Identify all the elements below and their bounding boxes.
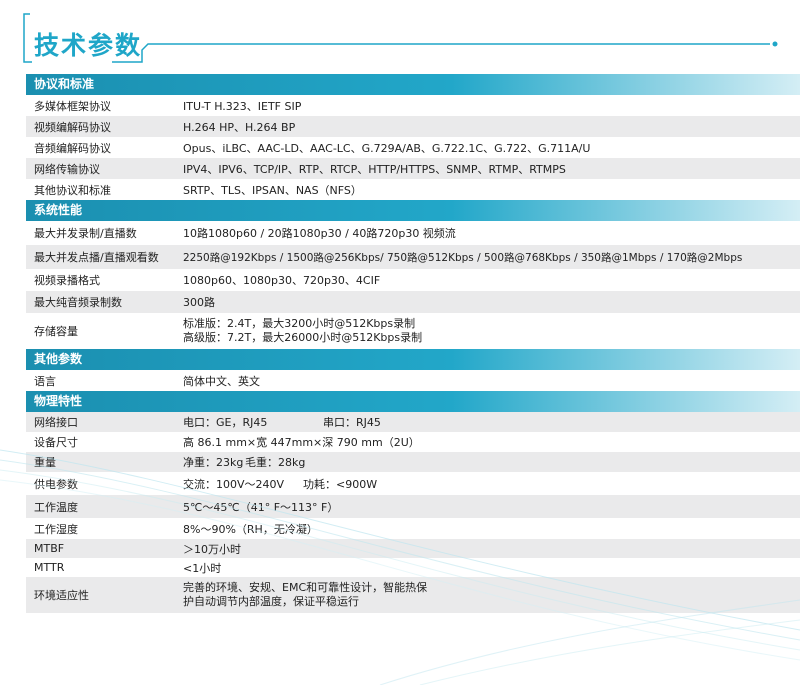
- table-row: 视频录播格式 1080p60、1080p30、720p30、4CIF: [26, 269, 800, 291]
- row-label: 最大并发点播/直播观看数: [34, 251, 159, 264]
- row-label: 其他协议和标准: [34, 183, 111, 197]
- row-value: 电口：GE，RJ45 串口：RJ45: [183, 414, 800, 430]
- row-label: 音频编解码协议: [34, 141, 111, 155]
- table-row: 视频编解码协议 H.264 HP、H.264 BP: [26, 116, 800, 137]
- table-row: 音频编解码协议 Opus、iLBC、AAC-LD、AAC-LC、G.729A/A…: [26, 137, 800, 158]
- table-row: 工作温度 5℃～45℃（41° F～113° F）: [26, 495, 800, 518]
- table-row: 最大并发录制/直播数 10路1080p60 / 20路1080p30 / 40路…: [26, 221, 800, 245]
- table-row: 环境适应性 完善的环境、安规、EMC和可靠性设计，智能热保 护自动调节内部温度，…: [26, 577, 800, 613]
- row-value: ＞10万小时: [183, 542, 241, 556]
- row-label: 最大并发录制/直播数: [34, 227, 137, 240]
- row-value: 简体中文、英文: [183, 374, 260, 388]
- section-header-other: 其他参数: [26, 349, 800, 370]
- row-label: 网络接口: [34, 416, 78, 429]
- section-header-performance: 系统性能: [26, 200, 800, 221]
- table-row: 其他协议和标准 SRTP、TLS、IPSAN、NAS（NFS）: [26, 179, 800, 200]
- row-value: H.264 HP、H.264 BP: [183, 120, 296, 134]
- row-label: 环境适应性: [34, 589, 89, 602]
- table-row: 重量 净重：23kg 毛重：28kg: [26, 452, 800, 472]
- section-header-physical: 物理特性: [26, 391, 800, 412]
- value-line: 护自动调节内部温度，保证平稳运行: [183, 595, 359, 608]
- value-line: 完善的环境、安规、EMC和可靠性设计，智能热保: [183, 581, 428, 594]
- row-label: 工作湿度: [34, 522, 78, 536]
- table-row: 供电参数 交流：100V～240V 功耗：<900W: [26, 472, 800, 495]
- row-value: 完善的环境、安规、EMC和可靠性设计，智能热保 护自动调节内部温度，保证平稳运行: [183, 581, 800, 609]
- value-part: 净重：23kg: [183, 456, 244, 469]
- row-value: 5℃～45℃（41° F～113° F）: [183, 500, 339, 514]
- row-label: 视频录播格式: [34, 274, 100, 287]
- value-part: 交流：100V～240V: [183, 477, 285, 491]
- table-row: 最大并发点播/直播观看数 2250路@192Kbps / 1500路@256Kb…: [26, 245, 800, 269]
- row-value: 交流：100V～240V 功耗：<900W: [183, 476, 800, 492]
- table-row: MTBF ＞10万小时: [26, 539, 800, 558]
- row-label: 存储容量: [34, 325, 78, 338]
- row-value: 净重：23kg 毛重：28kg: [183, 454, 800, 470]
- page-title: 技术参数: [34, 31, 143, 60]
- value-part: 功耗：<900W: [303, 477, 378, 491]
- row-label: MTBF: [34, 542, 65, 555]
- row-label: 语言: [34, 374, 56, 388]
- table-row: 网络接口 电口：GE，RJ45 串口：RJ45: [26, 412, 800, 432]
- row-label: 最大纯音频录制数: [34, 296, 122, 309]
- row-value: IPV4、IPV6、TCP/IP、RTP、RTCP、HTTP/HTTPS、SNM…: [183, 162, 566, 176]
- table-row: 多媒体框架协议 ITU-T H.323、IETF SIP: [26, 95, 800, 116]
- spec-sheet: 协议和标准 多媒体框架协议 ITU-T H.323、IETF SIP 视频编解码…: [26, 74, 800, 613]
- table-row: 设备尺寸 高 86.1 mm×宽 447mm×深 790 mm（2U）: [26, 432, 800, 452]
- value-part: 串口：RJ45: [323, 416, 381, 429]
- row-label: 视频编解码协议: [34, 120, 111, 134]
- row-value: 1080p60、1080p30、720p30、4CIF: [183, 274, 381, 287]
- value-part: 电口：GE，RJ45: [183, 416, 268, 429]
- value-line: 高级版：7.2T，最大26000小时@512Kbps录制: [183, 331, 423, 344]
- row-value: Opus、iLBC、AAC-LD、AAC-LC、G.729A/AB、G.722.…: [183, 141, 591, 155]
- value-part: 毛重：28kg: [245, 456, 306, 469]
- row-value: ITU-T H.323、IETF SIP: [183, 99, 302, 113]
- value-line: 标准版：2.4T，最大3200小时@512Kbps录制: [183, 317, 416, 330]
- row-value: 10路1080p60 / 20路1080p30 / 40路720p30 视频流: [183, 227, 456, 240]
- row-label: 工作温度: [34, 500, 78, 514]
- row-label: 重量: [34, 456, 56, 469]
- table-row: 最大纯音频录制数 300路: [26, 291, 800, 313]
- row-value: 2250路@192Kbps / 1500路@256Kbps/ 750路@512K…: [183, 251, 743, 264]
- row-label: 设备尺寸: [34, 436, 78, 449]
- table-row: 网络传输协议 IPV4、IPV6、TCP/IP、RTP、RTCP、HTTP/HT…: [26, 158, 800, 179]
- row-label: MTTR: [34, 561, 65, 574]
- row-label: 网络传输协议: [34, 162, 100, 176]
- section-header-protocols: 协议和标准: [26, 74, 800, 95]
- row-value: <1小时: [183, 561, 222, 575]
- row-value: 8%～90%（RH，无冷凝）: [183, 522, 318, 536]
- row-value: SRTP、TLS、IPSAN、NAS（NFS）: [183, 183, 362, 197]
- table-row: 工作湿度 8%～90%（RH，无冷凝）: [26, 518, 800, 539]
- row-value: 高 86.1 mm×宽 447mm×深 790 mm（2U）: [183, 436, 420, 449]
- row-value: 300路: [183, 296, 215, 309]
- row-value: 标准版：2.4T，最大3200小时@512Kbps录制 高级版：7.2T，最大2…: [183, 317, 800, 345]
- table-row: MTTR <1小时: [26, 558, 800, 577]
- page-header: 技术参数: [0, 0, 800, 72]
- table-row: 语言 简体中文、英文: [26, 370, 800, 391]
- row-label: 供电参数: [34, 477, 78, 491]
- table-row: 存储容量 标准版：2.4T，最大3200小时@512Kbps录制 高级版：7.2…: [26, 313, 800, 349]
- row-label: 多媒体框架协议: [34, 99, 111, 113]
